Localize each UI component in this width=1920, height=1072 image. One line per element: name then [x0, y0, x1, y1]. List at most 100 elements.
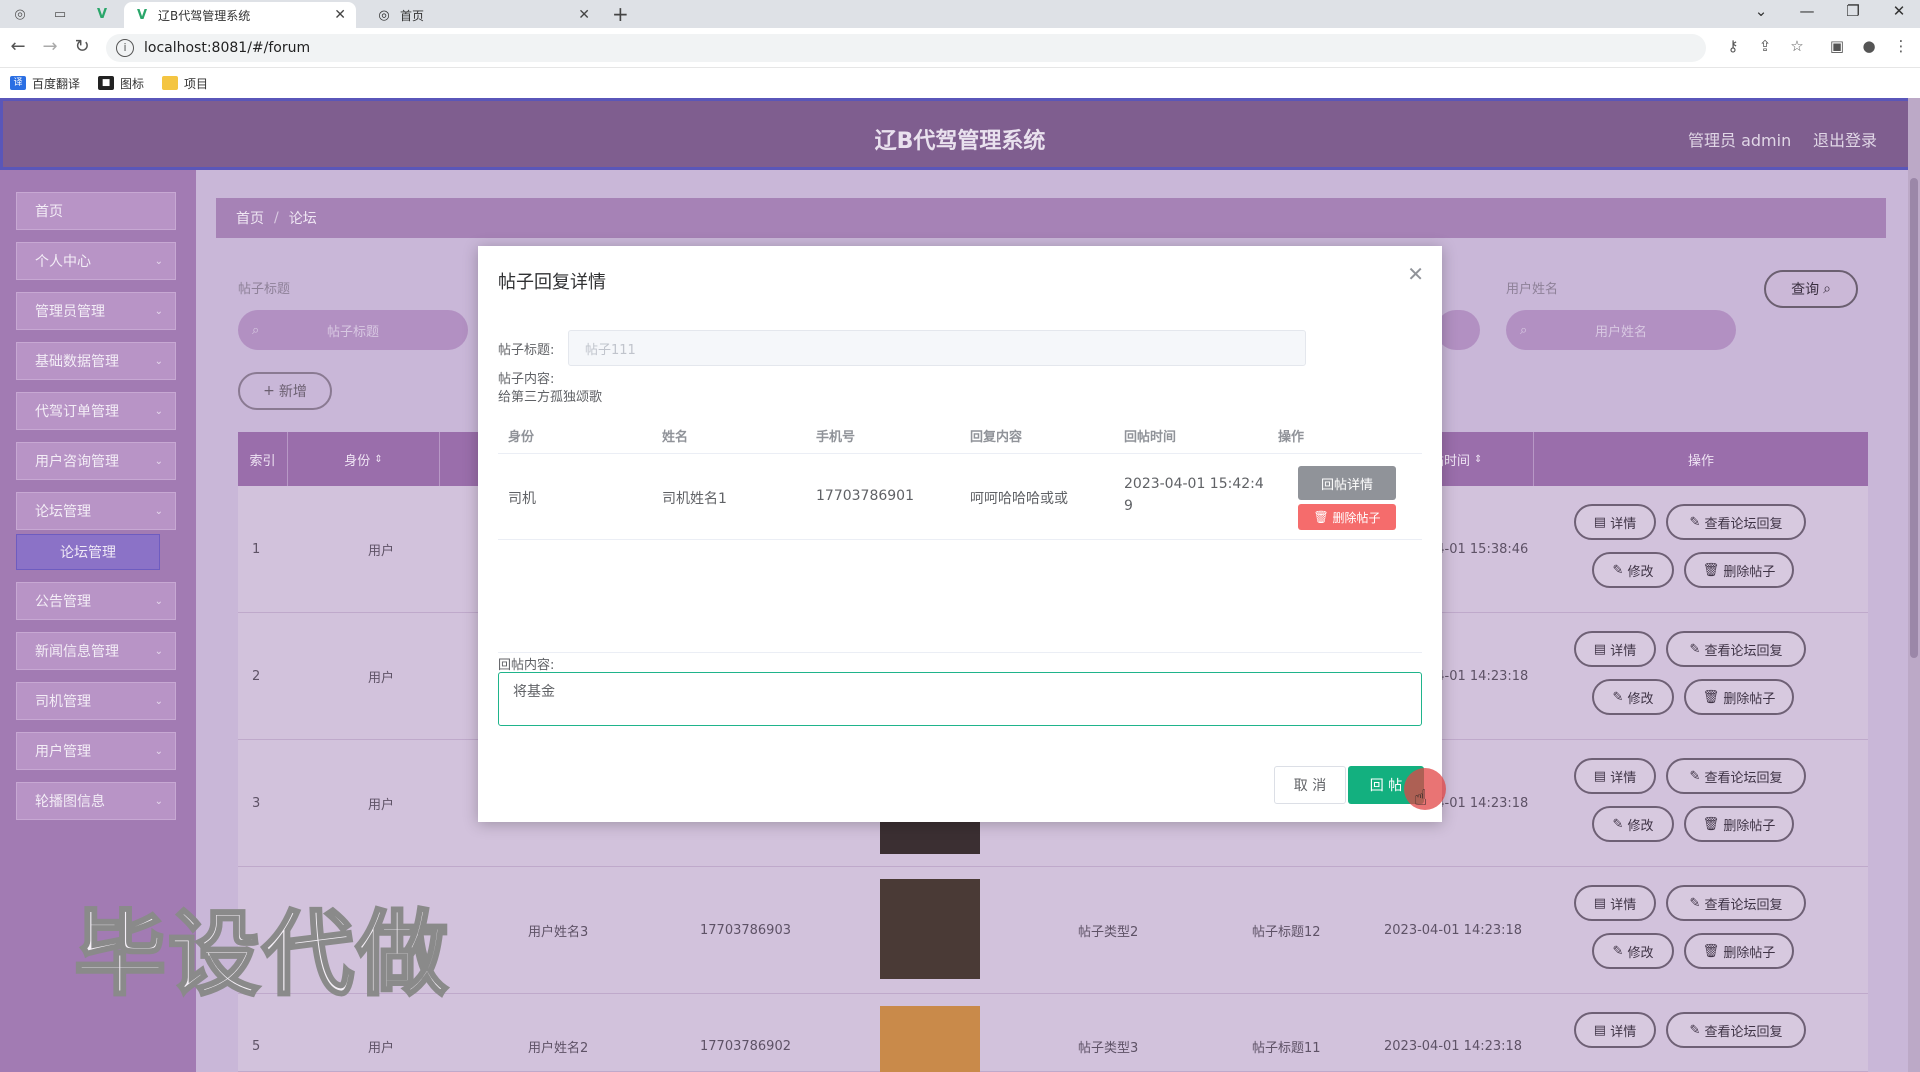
user-name-filter-input[interactable]: ⌕ 用户姓名 [1506, 310, 1736, 350]
tab-active[interactable]: V 辽B代驾管理系统 ✕ [124, 2, 356, 28]
bookmark-icons[interactable]: ■ 图标 [98, 75, 144, 92]
watermark: 毕设代做 [72, 900, 451, 1010]
edit-button[interactable]: ✎ 修改 [1592, 806, 1674, 842]
breadcrumb-home[interactable]: 首页 [236, 208, 264, 228]
address-bar: ← → ↻ i localhost:8081/#/forum ⚷ ⇪ ☆ ▣ ●… [0, 28, 1920, 68]
view-reply-button[interactable]: ✎ 查看论坛回复 [1666, 1012, 1806, 1048]
logout-link[interactable]: 退出登录 [1813, 127, 1877, 151]
reply-detail-button[interactable]: 回帖详情 [1298, 466, 1396, 500]
sidebar-item-users[interactable]: 用户管理 ⌄ [16, 732, 176, 770]
col-index: 索引 [238, 432, 288, 486]
cell-role: 用户 [368, 798, 395, 813]
url-field[interactable]: i localhost:8081/#/forum [106, 34, 1706, 62]
cancel-button[interactable]: 取 消 [1274, 766, 1346, 804]
sidebar-item-orders[interactable]: 代驾订单管理 ⌄ [16, 392, 176, 430]
edit-icon: ✎ [1689, 895, 1701, 911]
cell-time: 04-01 14:23:18 [1428, 669, 1529, 684]
reload-icon[interactable]: ↻ [70, 36, 94, 57]
minimize-icon[interactable]: — [1792, 2, 1822, 20]
sidebar-item-basedata[interactable]: 基础数据管理 ⌄ [16, 342, 176, 380]
col-role[interactable]: 身份 ⇕ [288, 432, 440, 486]
edit-icon: ✎ [1612, 562, 1624, 578]
search-icon: ⌕ [1520, 322, 1528, 338]
close-icon[interactable]: ✕ [578, 7, 590, 23]
globe-icon[interactable]: ◎ [8, 4, 32, 24]
trash-icon: 🗑 [1702, 816, 1720, 832]
sidebar-item-notice[interactable]: 公告管理 ⌄ [16, 582, 176, 620]
sidebar-subitem-forum[interactable]: 论坛管理 [16, 534, 160, 570]
close-icon[interactable]: ✕ [1407, 262, 1424, 286]
document-icon: ▤ [1593, 768, 1607, 784]
close-icon[interactable]: ✕ [334, 7, 346, 23]
tab-home[interactable]: ◎ 首页 ✕ [366, 2, 600, 28]
detail-button[interactable]: ▤ 详情 [1574, 885, 1656, 921]
cell-index: 3 [252, 796, 261, 811]
cell-time: 04-01 15:38:46 [1428, 542, 1529, 557]
sidebar-item-consult[interactable]: 用户咨询管理 ⌄ [16, 442, 176, 480]
chevron-down-icon: ⌄ [154, 305, 163, 317]
profile-icon[interactable]: ● [1858, 37, 1880, 55]
avatar [880, 879, 980, 979]
new-tab-button[interactable]: + [612, 3, 629, 25]
delete-post-button[interactable]: 🗑 删除帖子 [1684, 933, 1794, 969]
detail-button[interactable]: ▤ 详情 [1574, 504, 1656, 540]
table-row: 5 用户 用户姓名2 17703786902 帖子类型3 帖子标题11 2023… [238, 994, 1868, 1072]
sidebar-item-news[interactable]: 新闻信息管理 ⌄ [16, 632, 176, 670]
sidebar-item-driver[interactable]: 司机管理 ⌄ [16, 682, 176, 720]
reply-content-label: 回帖内容: [498, 658, 555, 673]
edit-icon: ✎ [1689, 1022, 1701, 1038]
delete-post-button[interactable]: 🗑 删除帖子 [1684, 679, 1794, 715]
globe-icon: ◎ [378, 7, 390, 23]
forward-icon[interactable]: → [38, 36, 62, 57]
scrollbar-thumb[interactable] [1910, 178, 1918, 658]
cell-name: 用户姓名2 [528, 1040, 589, 1056]
delete-post-button[interactable]: 🗑 删除帖子 [1298, 504, 1396, 530]
view-reply-button[interactable]: ✎ 查看论坛回复 [1666, 504, 1806, 540]
edit-button[interactable]: ✎ 修改 [1592, 933, 1674, 969]
bookmark-baidu-translate[interactable]: 译百度翻译 [10, 75, 80, 92]
trash-icon: 🗑 [1702, 562, 1720, 578]
detail-button[interactable]: ▤ 详情 [1574, 631, 1656, 667]
blank-tab-icon[interactable]: ▭ [48, 4, 72, 24]
filter-input-partial[interactable] [1436, 310, 1480, 350]
image-icon: ■ [98, 76, 115, 90]
restore-icon[interactable]: ❐ [1838, 2, 1868, 20]
view-reply-button[interactable]: ✎ 查看论坛回复 [1666, 885, 1806, 921]
vue-logo-icon[interactable]: V [90, 4, 114, 24]
edit-button[interactable]: ✎ 修改 [1592, 552, 1674, 588]
sidebar-item-admin[interactable]: 管理员管理 ⌄ [16, 292, 176, 330]
info-icon[interactable]: i [116, 39, 134, 57]
cell-title: 帖子标题12 [1252, 925, 1321, 940]
reply-detail-dialog: 帖子回复详情 ✕ 帖子标题: 帖子111 帖子内容: 给第三方孤独颂歌 身份 姓… [478, 246, 1446, 822]
edit-button[interactable]: ✎ 修改 [1592, 679, 1674, 715]
sidebar-item-carousel[interactable]: 轮播图信息 ⌄ [16, 782, 176, 820]
page-scrollbar[interactable] [1908, 98, 1920, 1072]
edit-icon: ✎ [1689, 768, 1701, 784]
chevron-down-icon: ⌄ [154, 595, 163, 607]
back-icon[interactable]: ← [6, 36, 30, 57]
col-time: 回帖时间 [1124, 430, 1177, 445]
reply-textarea[interactable]: 将基金 [498, 672, 1422, 726]
sidebar-item-profile[interactable]: 个人中心 ⌄ [16, 242, 176, 280]
detail-button[interactable]: ▤ 详情 [1574, 1012, 1656, 1048]
star-icon[interactable]: ☆ [1786, 37, 1808, 55]
post-title-filter-input[interactable]: ⌕ 帖子标题 [238, 310, 468, 350]
sidebar-item-forum[interactable]: 论坛管理 ⌄ [16, 492, 176, 530]
sidepanel-icon[interactable]: ▣ [1826, 37, 1848, 55]
url-text: localhost:8081/#/forum [144, 40, 311, 56]
view-reply-button[interactable]: ✎ 查看论坛回复 [1666, 631, 1806, 667]
bookmark-project[interactable]: 项目 [162, 75, 208, 92]
sidebar-item-home[interactable]: 首页 [16, 192, 176, 230]
delete-post-button[interactable]: 🗑 删除帖子 [1684, 806, 1794, 842]
delete-post-button[interactable]: 🗑 删除帖子 [1684, 552, 1794, 588]
share-icon[interactable]: ⇪ [1754, 37, 1776, 55]
query-button[interactable]: 查询 ⌕ [1764, 270, 1858, 308]
edit-icon: ✎ [1612, 816, 1624, 832]
detail-button[interactable]: ▤ 详情 [1574, 758, 1656, 794]
view-reply-button[interactable]: ✎ 查看论坛回复 [1666, 758, 1806, 794]
close-window-icon[interactable]: ✕ [1884, 2, 1914, 20]
key-icon[interactable]: ⚷ [1722, 37, 1744, 55]
chevron-down-icon[interactable]: ⌄ [1746, 2, 1776, 20]
add-button[interactable]: + 新增 [238, 372, 332, 410]
menu-icon[interactable]: ⋮ [1890, 37, 1912, 55]
